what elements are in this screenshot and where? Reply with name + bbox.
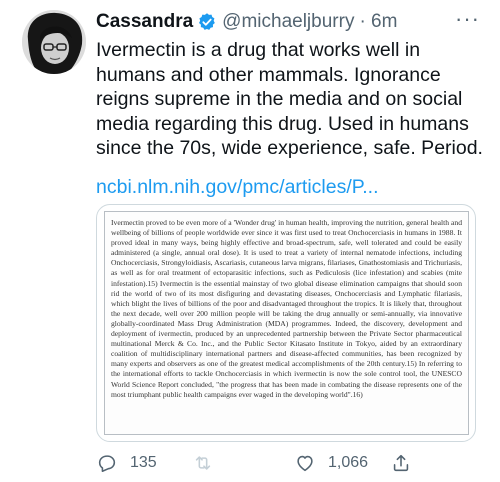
- reply-button[interactable]: 135: [96, 450, 157, 476]
- author-display-name[interactable]: Cassandra: [96, 11, 193, 33]
- link-preview-card[interactable]: Ivermectin proved to be even more of a '…: [96, 204, 476, 442]
- like-count: 1,066: [328, 454, 369, 471]
- heart-icon: [297, 455, 313, 472]
- author-avatar[interactable]: [22, 10, 86, 74]
- more-horizontal-icon[interactable]: ···: [455, 8, 480, 30]
- retweet-icon: [195, 456, 211, 470]
- share-button[interactable]: [390, 450, 424, 476]
- share-icon: [393, 454, 409, 472]
- reply-icon: [98, 455, 116, 473]
- card-image: Ivermectin proved to be even more of a '…: [104, 211, 469, 435]
- tweet-actions: 135 1,066: [96, 450, 486, 476]
- tweet-timestamp[interactable]: · 6m: [359, 11, 397, 33]
- tweet-link[interactable]: ncbi.nlm.nih.gov/pmc/articles/P...: [96, 176, 379, 199]
- author-handle[interactable]: @michaeljburry: [222, 11, 354, 33]
- reply-count: 135: [130, 454, 157, 471]
- tweet-text: Ivermectin is a drug that works well in …: [96, 39, 483, 159]
- retweet-button[interactable]: [192, 450, 226, 476]
- tweet-header: Cassandra @michaeljburry · 6m ···: [96, 8, 480, 34]
- verified-badge-icon: [197, 12, 217, 32]
- card-excerpt-text: Ivermectin proved to be even more of a '…: [111, 218, 462, 399]
- like-button[interactable]: 1,066: [294, 450, 368, 476]
- avatar-image: [22, 10, 86, 74]
